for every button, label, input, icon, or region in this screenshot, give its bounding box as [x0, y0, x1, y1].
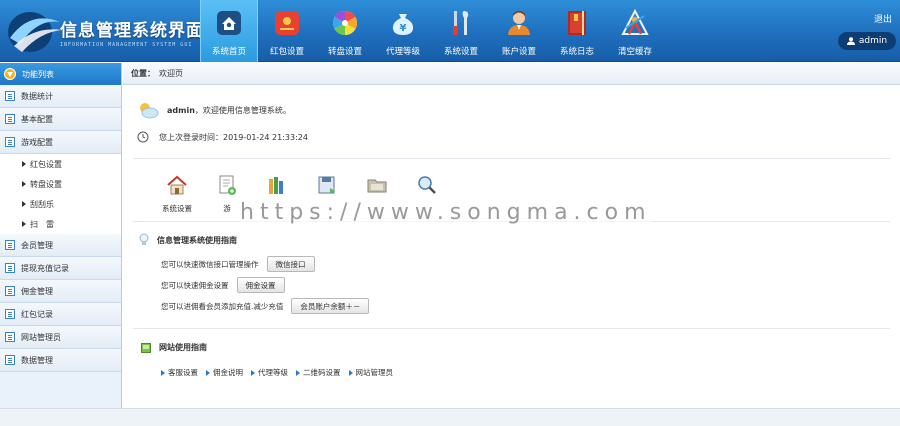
main-content: 位置： 欢迎页 admin，欢迎使用信息管理系统。 您上次登录时间：2019-0…: [123, 63, 900, 408]
link-agent-level[interactable]: 代理等级: [251, 367, 288, 378]
sidebar-subitem-red-packet[interactable]: 红包设置: [0, 154, 121, 174]
username: admin: [858, 36, 888, 46]
divider: [133, 328, 890, 329]
clock-icon: [137, 131, 149, 143]
user-badge[interactable]: admin: [838, 32, 896, 50]
caret-right-icon: [348, 369, 353, 376]
sidebar: 功能列表 数据统计 基本配置 游戏配置 红包设置 转盘设置 刮刮乐 扫 雷 会员…: [0, 63, 122, 408]
link-qrcode-settings[interactable]: 二维码设置: [296, 367, 341, 378]
caret-right-icon: [22, 221, 26, 227]
save-icon: [318, 176, 335, 194]
caret-right-icon: [22, 201, 26, 207]
home-icon: [217, 11, 241, 35]
caret-right-icon: [296, 369, 300, 376]
document-add-icon: [219, 175, 236, 195]
list-icon: [5, 332, 15, 342]
nav-red-packet[interactable]: 红包设置: [258, 0, 316, 62]
list-icon: [5, 355, 15, 365]
main-nav: 系统首页 红包设置 转盘设置 ¥ 代理等级 系统设置 账户设置 系统日志 清空缓…: [200, 0, 664, 62]
welcome-message: admin，欢迎使用信息管理系统。: [137, 101, 291, 119]
user-small-icon: [846, 37, 855, 45]
top-header: 信息管理系统界面 INFORMATION MANAGEMENT SYSTEM G…: [0, 0, 900, 62]
sidebar-subitem-minesweeper[interactable]: 扫 雷: [0, 214, 121, 234]
guide-row-commission: 您可以快速佣金设置 佣金设置: [161, 277, 285, 293]
link-customer-service[interactable]: 客服设置: [161, 367, 198, 378]
list-icon: [5, 91, 15, 101]
sidebar-item-data-management[interactable]: 数据管理: [0, 349, 121, 372]
quick-system-settings[interactable]: 系统设置: [159, 173, 195, 214]
sidebar-item-members[interactable]: 会员管理: [0, 234, 121, 257]
sidebar-subitem-scratch[interactable]: 刮刮乐: [0, 194, 121, 214]
sun-cloud-icon: [140, 103, 159, 119]
caret-right-icon: [206, 369, 210, 376]
sidebar-item-site-admin[interactable]: 网站管理员: [0, 326, 121, 349]
sidebar-item-basic-config[interactable]: 基本配置: [0, 108, 121, 131]
breadcrumb-current[interactable]: 欢迎页: [159, 68, 183, 79]
sidebar-item-game-config[interactable]: 游戏配置: [0, 131, 121, 154]
wechat-api-button[interactable]: 微信接口: [266, 256, 315, 272]
site-guide-title: 网站使用指南: [141, 342, 207, 353]
nav-clear-cache[interactable]: 清空缓存: [606, 0, 664, 62]
sidebar-item-commission[interactable]: 佣金管理: [0, 280, 121, 303]
link-commission-info[interactable]: 佣金说明: [206, 367, 243, 378]
money-bag-icon: ¥: [392, 14, 414, 35]
books-icon: [269, 177, 283, 194]
clear-cache-icon: [621, 8, 649, 35]
nav-system-log[interactable]: 系统日志: [548, 0, 606, 62]
list-icon: [5, 240, 15, 250]
sidebar-title: 功能列表: [22, 69, 54, 79]
sidebar-item-withdraw-records[interactable]: 提现充值记录: [0, 257, 121, 280]
caret-right-icon: [22, 181, 26, 187]
guide-row-wechat: 您可以快速微信接口管理操作 微信接口: [161, 256, 315, 272]
member-balance-button[interactable]: 会员账户余额＋－: [291, 298, 370, 314]
book-icon: [568, 11, 586, 35]
svg-text:¥: ¥: [400, 23, 407, 34]
commission-settings-button[interactable]: 佣金设置: [236, 277, 285, 293]
tools-icon: [453, 11, 469, 35]
nav-wheel[interactable]: 转盘设置: [316, 0, 374, 62]
list-icon: [5, 114, 15, 124]
caret-right-icon: [161, 369, 165, 376]
logo-globe-icon: [8, 12, 62, 52]
house-icon: [167, 175, 187, 195]
magnifier-icon: [418, 176, 436, 194]
guide-section-title: 信息管理系统使用指南: [139, 233, 237, 247]
logout-link[interactable]: 退出: [874, 12, 892, 25]
nav-agent-level[interactable]: ¥ 代理等级: [374, 0, 432, 62]
folder-icon: [367, 179, 387, 193]
divider: [133, 158, 890, 159]
caret-right-icon: [251, 369, 255, 376]
green-square-icon: [141, 342, 151, 353]
sidebar-header[interactable]: 功能列表: [0, 63, 121, 85]
user-icon: [508, 11, 530, 35]
watermark: https://www.songma.com: [240, 200, 652, 225]
nav-system-settings[interactable]: 系统设置: [432, 0, 490, 62]
list-icon: [5, 137, 15, 147]
breadcrumb: 位置： 欢迎页: [123, 63, 900, 85]
link-site-admin[interactable]: 网站管理员: [348, 367, 393, 378]
nav-home[interactable]: 系统首页: [200, 0, 258, 62]
app-subtitle: INFORMATION MANAGEMENT SYSTEM GUI: [60, 42, 193, 48]
list-icon: [5, 263, 15, 273]
nav-account-settings[interactable]: 账户设置: [490, 0, 548, 62]
sidebar-item-red-packet-records[interactable]: 红包记录: [0, 303, 121, 326]
welcome-user: admin: [167, 105, 195, 115]
app-title: 信息管理系统界面: [60, 21, 204, 41]
logo: 信息管理系统界面 INFORMATION MANAGEMENT SYSTEM G…: [4, 4, 204, 58]
list-icon: [5, 309, 15, 319]
last-login: 您上次登录时间：2019-01-24 21:33:24: [137, 131, 308, 143]
chevron-down-icon: [4, 68, 16, 80]
list-icon: [5, 286, 15, 296]
guide-row-balance: 您可以进佣看会员添加充值.减少充值 会员账户余额＋－: [161, 298, 370, 314]
sidebar-subitem-wheel[interactable]: 转盘设置: [0, 174, 121, 194]
red-packet-icon: [275, 11, 299, 35]
lightbulb-icon: [139, 233, 149, 245]
color-wheel-icon: [332, 10, 358, 35]
site-guide-links: 客服设置 佣金说明 代理等级 二维码设置 网站管理员: [161, 367, 393, 378]
caret-right-icon: [22, 161, 26, 167]
sidebar-item-stats[interactable]: 数据统计: [0, 85, 121, 108]
footer: [0, 408, 900, 426]
